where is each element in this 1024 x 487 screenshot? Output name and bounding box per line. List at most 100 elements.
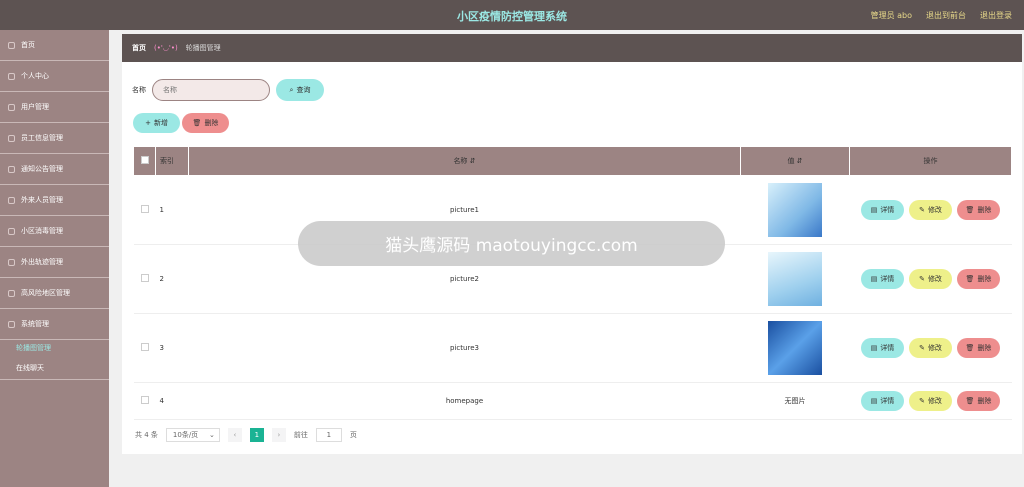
row-checkbox[interactable] bbox=[140, 343, 149, 351]
row-index: 4 bbox=[155, 382, 189, 420]
page-size-select[interactable]: 10条/页 ⌄ bbox=[165, 428, 220, 442]
trash-icon: 🗑 bbox=[965, 275, 975, 283]
sidebar-item-disinfection[interactable]: 小区消毒管理 bbox=[0, 216, 109, 247]
select-all-checkbox[interactable] bbox=[140, 156, 149, 164]
index-header: 索引 bbox=[155, 146, 189, 176]
sidebar-subitem-chat[interactable]: 在线聊天 bbox=[0, 356, 109, 380]
users-icon bbox=[8, 103, 15, 111]
next-page-button[interactable]: › bbox=[271, 428, 286, 442]
sidebar-item-label: 系统管理 bbox=[21, 320, 49, 328]
row-index: 2 bbox=[155, 244, 189, 314]
total-count: 共 4 条 bbox=[135, 431, 158, 439]
pencil-icon: ✎ bbox=[919, 275, 925, 283]
sidebar-item-profile[interactable]: 个人中心 bbox=[0, 61, 109, 92]
sidebar-item-staff[interactable]: 员工信息管理 bbox=[0, 123, 109, 154]
row-checkbox[interactable] bbox=[140, 274, 149, 282]
pencil-icon: ✎ bbox=[919, 206, 925, 214]
document-icon: ▤ bbox=[870, 275, 878, 283]
goto-page-input[interactable]: 1 bbox=[315, 428, 342, 442]
sidebar-item-label: 高风险地区管理 bbox=[21, 289, 70, 297]
exit-to-front-link[interactable]: 退出到前台 bbox=[926, 10, 966, 21]
staff-icon bbox=[8, 134, 15, 142]
trash-icon: 🗑 bbox=[192, 119, 202, 127]
delete-button[interactable]: 🗑 删除 bbox=[957, 269, 1000, 289]
sidebar-subitem-carousel[interactable]: 轮播图管理 bbox=[0, 340, 109, 356]
delete-button[interactable]: 🗑 删除 bbox=[957, 200, 1000, 220]
row-checkbox[interactable] bbox=[140, 205, 149, 213]
trash-icon: 🗑 bbox=[965, 344, 975, 352]
edit-button[interactable]: ✎ 修改 bbox=[909, 338, 952, 358]
ops-header: 操作 bbox=[849, 146, 1012, 176]
select-all-header[interactable] bbox=[133, 146, 156, 176]
detail-button[interactable]: ▤ 详情 bbox=[861, 338, 904, 358]
user-icon bbox=[8, 72, 15, 80]
sidebar-item-trajectory[interactable]: 外出轨迹管理 bbox=[0, 247, 109, 278]
sidebar-item-home[interactable]: 首页 bbox=[0, 30, 109, 61]
visitor-icon bbox=[8, 196, 15, 204]
sidebar-item-label: 通知公告管理 bbox=[21, 165, 63, 173]
sidebar-item-label: 小区消毒管理 bbox=[21, 227, 63, 235]
page-number-button[interactable]: 1 bbox=[249, 428, 264, 442]
breadcrumb: 首页 (•'◡'•) 轮播图管理 bbox=[122, 34, 1022, 62]
search-button[interactable]: ⌕ 查询 bbox=[276, 79, 324, 101]
table-row: 4 homepage 无图片 ▤ 详情 ✎ 修改 🗑 删除 bbox=[133, 382, 1012, 420]
edit-button[interactable]: ✎ 修改 bbox=[909, 269, 952, 289]
breadcrumb-emoticon: (•'◡'•) bbox=[154, 44, 178, 52]
row-image[interactable] bbox=[768, 252, 822, 306]
row-name: picture3 bbox=[188, 313, 741, 383]
row-index: 3 bbox=[155, 313, 189, 383]
sidebar-item-high-risk[interactable]: 高风险地区管理 bbox=[0, 278, 109, 309]
sidebar-item-label: 首页 bbox=[21, 41, 35, 49]
route-icon bbox=[8, 258, 15, 266]
row-index: 1 bbox=[155, 175, 189, 245]
logout-link[interactable]: 退出登录 bbox=[980, 10, 1012, 21]
sidebar: 首页 个人中心 用户管理 员工信息管理 通知公告管理 外来人员管理 小区消毒管理… bbox=[0, 30, 109, 487]
name-header[interactable]: 名称 ⇵ bbox=[188, 146, 741, 176]
document-icon: ▤ bbox=[870, 397, 878, 405]
row-checkbox[interactable] bbox=[140, 396, 149, 404]
detail-button[interactable]: ▤ 详情 bbox=[861, 200, 904, 220]
document-icon: ▤ bbox=[870, 206, 878, 214]
sidebar-item-notices[interactable]: 通知公告管理 bbox=[0, 154, 109, 185]
action-bar: + 新增 🗑 删除 bbox=[133, 113, 229, 133]
trash-icon: 🗑 bbox=[965, 206, 975, 214]
batch-delete-button[interactable]: 🗑 删除 bbox=[182, 113, 229, 133]
sidebar-item-label: 个人中心 bbox=[21, 72, 49, 80]
detail-button[interactable]: ▤ 详情 bbox=[861, 269, 904, 289]
delete-button[interactable]: 🗑 删除 bbox=[957, 391, 1000, 411]
row-image[interactable] bbox=[768, 183, 822, 237]
sidebar-item-users[interactable]: 用户管理 bbox=[0, 92, 109, 123]
sidebar-item-label: 用户管理 bbox=[21, 103, 49, 111]
detail-button[interactable]: ▤ 详情 bbox=[861, 391, 904, 411]
warning-icon bbox=[8, 289, 15, 297]
trash-icon: 🗑 bbox=[965, 397, 975, 405]
pencil-icon: ✎ bbox=[919, 397, 925, 405]
edit-button[interactable]: ✎ 修改 bbox=[909, 200, 952, 220]
notice-icon bbox=[8, 165, 15, 173]
pagination: 共 4 条 10条/页 ⌄ ‹ 1 › 前往 1 页 bbox=[135, 428, 357, 442]
disinfect-icon bbox=[8, 227, 15, 235]
add-button[interactable]: + 新增 bbox=[133, 113, 180, 133]
value-header[interactable]: 值 ⇵ bbox=[740, 146, 850, 176]
row-value: 无图片 bbox=[740, 382, 850, 420]
search-label: 名称 bbox=[132, 86, 146, 94]
watermark-overlay: 猫头鹰源码 maotouyingcc.com bbox=[298, 221, 725, 266]
breadcrumb-home[interactable]: 首页 bbox=[132, 43, 146, 53]
sort-icon[interactable]: ⇵ bbox=[470, 157, 476, 165]
edit-button[interactable]: ✎ 修改 bbox=[909, 391, 952, 411]
row-name: homepage bbox=[188, 382, 741, 420]
table-row: 3 picture3 ▤ 详情 ✎ 修改 🗑 删除 bbox=[133, 313, 1012, 383]
sidebar-item-label: 员工信息管理 bbox=[21, 134, 63, 142]
search-input[interactable] bbox=[152, 79, 270, 101]
chevron-down-icon: ⌄ bbox=[209, 431, 215, 439]
sidebar-item-visitors[interactable]: 外来人员管理 bbox=[0, 185, 109, 216]
row-image[interactable] bbox=[768, 321, 822, 375]
sidebar-item-system[interactable]: 系统管理 bbox=[0, 309, 109, 340]
prev-page-button[interactable]: ‹ bbox=[227, 428, 242, 442]
delete-button[interactable]: 🗑 删除 bbox=[957, 338, 1000, 358]
search-icon: ⌕ bbox=[289, 85, 294, 94]
pencil-icon: ✎ bbox=[919, 344, 925, 352]
document-icon: ▤ bbox=[870, 344, 878, 352]
sort-icon[interactable]: ⇵ bbox=[797, 157, 803, 165]
search-bar: 名称 ⌕查询 bbox=[132, 79, 324, 101]
